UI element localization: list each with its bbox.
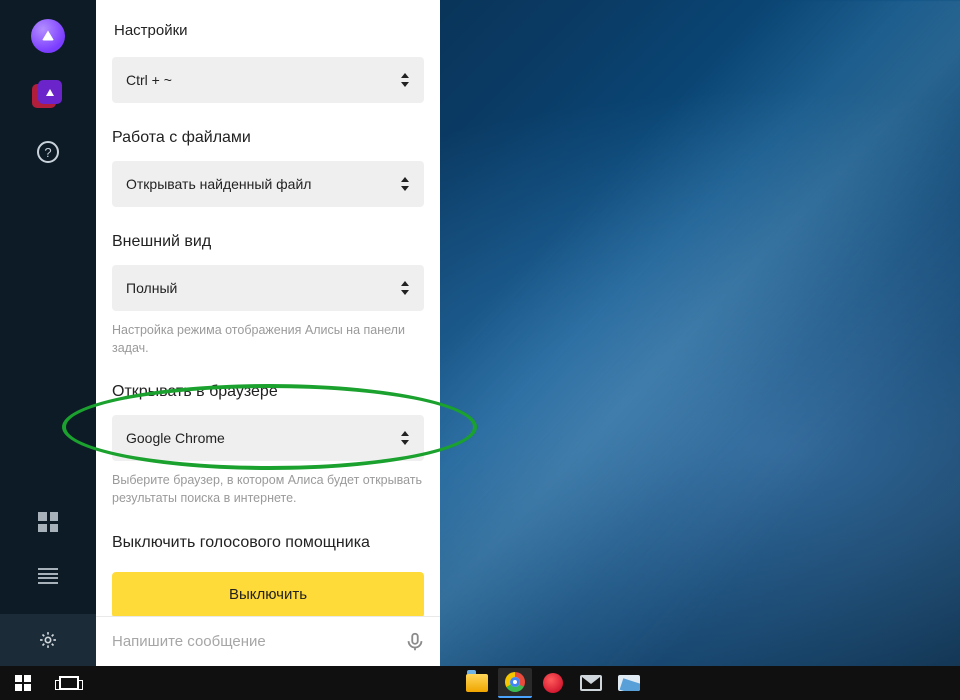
browser-select[interactable]: Google Chrome	[112, 415, 424, 461]
panel-title: Настройки	[96, 0, 440, 57]
hotkey-select[interactable]: Ctrl + ~	[112, 57, 424, 103]
disable-voice-button[interactable]: Выключить	[112, 572, 424, 617]
microphone-icon[interactable]	[404, 631, 426, 653]
taskbar-pictures[interactable]	[612, 668, 646, 698]
app-left-rail: ?	[0, 0, 96, 666]
browser-section-label: Открывать в браузере	[112, 383, 424, 401]
taskbar-explorer[interactable]	[460, 668, 494, 698]
windows-logo-icon	[15, 675, 31, 691]
browser-value: Google Chrome	[126, 430, 225, 446]
explorer-icon	[466, 674, 488, 692]
alisa-cards-icon[interactable]	[30, 76, 66, 112]
appearance-select[interactable]: Полный	[112, 265, 424, 311]
files-section-label: Работа с файлами	[112, 129, 424, 147]
taskbar-mail[interactable]	[574, 668, 608, 698]
start-button[interactable]	[0, 666, 46, 700]
chrome-icon	[505, 672, 525, 692]
browser-hint: Выберите браузер, в котором Алиса будет …	[112, 471, 424, 507]
panel-footer	[96, 616, 440, 666]
appearance-value: Полный	[126, 280, 177, 296]
pictures-icon	[618, 675, 640, 691]
updown-icon	[400, 73, 410, 87]
voice-section-label: Выключить голосового помощника	[112, 534, 424, 552]
hotkey-value: Ctrl + ~	[126, 72, 172, 88]
files-action-value: Открывать найденный файл	[126, 176, 311, 192]
appearance-hint: Настройка режима отображения Алисы на па…	[112, 321, 424, 357]
task-view-icon	[59, 676, 79, 690]
settings-panel: Настройки Ctrl + ~ Работа с файлами Откр…	[96, 0, 440, 666]
apps-grid-icon[interactable]	[30, 504, 66, 540]
files-action-select[interactable]: Открывать найденный файл	[112, 161, 424, 207]
alice-icon[interactable]	[30, 18, 66, 54]
mail-icon	[580, 675, 602, 691]
updown-icon	[400, 177, 410, 191]
opera-icon	[543, 673, 563, 693]
message-input[interactable]	[112, 633, 404, 650]
settings-icon[interactable]	[0, 614, 96, 666]
updown-icon	[400, 431, 410, 445]
taskbar-opera[interactable]	[536, 668, 570, 698]
help-icon[interactable]: ?	[30, 134, 66, 170]
taskbar-tray	[460, 666, 646, 700]
taskbar-chrome[interactable]	[498, 668, 532, 698]
appearance-section-label: Внешний вид	[112, 233, 424, 251]
task-view-button[interactable]	[46, 666, 92, 700]
list-icon[interactable]	[30, 558, 66, 594]
updown-icon	[400, 281, 410, 295]
